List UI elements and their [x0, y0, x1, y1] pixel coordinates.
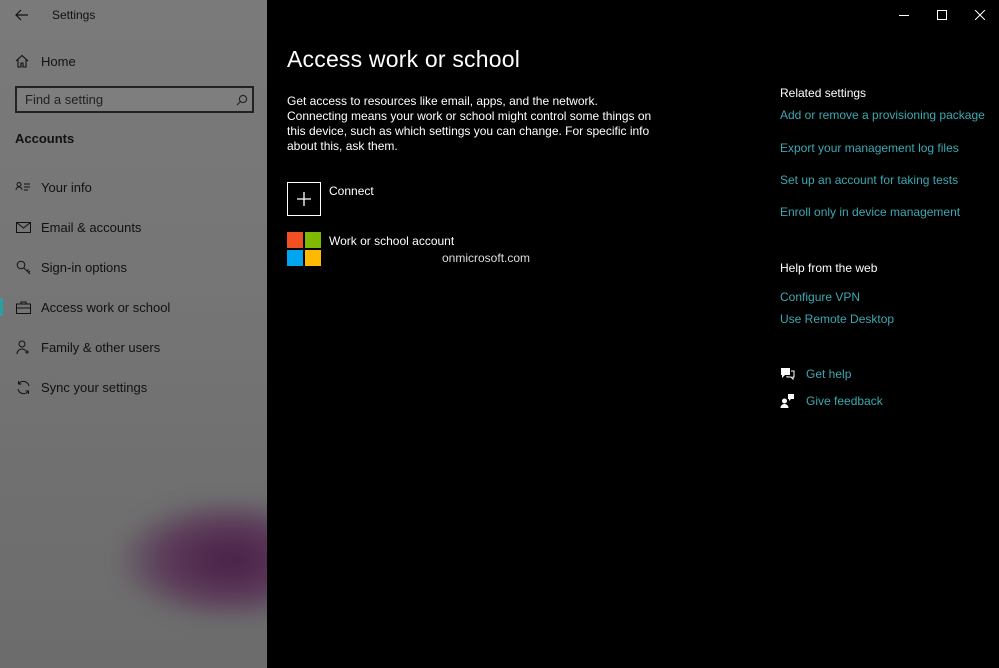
get-help-link[interactable]: Get help — [780, 367, 851, 381]
sidebar-item-sync-your-settings[interactable]: Sync your settings — [0, 367, 267, 407]
back-button[interactable] — [0, 0, 44, 30]
arrow-left-icon — [15, 9, 28, 21]
sidebar-item-label: Sync your settings — [41, 379, 148, 395]
sidebar-item-label: Your info — [41, 179, 92, 195]
key-icon — [14, 260, 32, 275]
search-input[interactable] — [17, 88, 232, 111]
maximize-button[interactable] — [923, 0, 961, 30]
plus-icon — [287, 182, 321, 216]
minimize-button[interactable] — [885, 0, 923, 30]
sidebar-item-label: Email & accounts — [41, 219, 142, 235]
work-school-account-item[interactable]: Work or school account onmicrosoft.com — [287, 232, 530, 266]
get-help-label: Get help — [806, 367, 852, 381]
connect-label: Connect — [329, 184, 374, 198]
related-settings-heading: Related settings — [780, 86, 867, 100]
sidebar-item-label: Home — [41, 53, 76, 69]
sidebar-item-access-work-or-school[interactable]: Access work or school — [0, 287, 267, 327]
briefcase-icon — [14, 301, 32, 314]
account-subtitle: onmicrosoft.com — [442, 251, 531, 265]
home-icon — [15, 54, 31, 68]
person-add-icon — [14, 340, 32, 355]
search-icon[interactable] — [232, 94, 252, 106]
app-title: Settings — [52, 8, 96, 22]
account-title: Work or school account — [329, 234, 455, 248]
sync-icon — [14, 380, 32, 395]
feedback-icon — [780, 393, 796, 408]
sidebar-item-family-other-users[interactable]: Family & other users — [0, 327, 267, 367]
give-feedback-label: Give feedback — [806, 393, 883, 408]
page-title: Access work or school — [287, 46, 520, 72]
contact-card-icon — [14, 181, 32, 193]
help-from-web-heading: Help from the web — [780, 261, 878, 275]
sidebar-item-sign-in-options[interactable]: Sign-in options — [0, 247, 267, 287]
sidebar-item-label: Family & other users — [41, 339, 161, 355]
give-feedback-link[interactable]: Give feedback — [780, 393, 883, 408]
link-enroll-device-management[interactable]: Enroll only in device management — [780, 205, 960, 219]
close-icon — [975, 10, 985, 20]
mail-icon — [14, 221, 32, 233]
close-button[interactable] — [961, 0, 999, 30]
sidebar: Settings Home Accounts Your info Email &… — [0, 0, 267, 668]
minimize-icon — [899, 15, 909, 16]
link-setup-test-account[interactable]: Set up an account for taking tests — [780, 173, 958, 187]
window-controls — [885, 0, 999, 30]
help-chat-icon — [780, 367, 796, 381]
sidebar-item-label: Sign-in options — [41, 259, 127, 275]
search-box[interactable] — [15, 86, 254, 113]
main-pane: Access work or school Get access to reso… — [267, 0, 999, 668]
maximize-icon — [937, 10, 947, 20]
link-remote-desktop[interactable]: Use Remote Desktop — [780, 312, 894, 326]
title-bar: Settings — [0, 0, 267, 30]
connect-button[interactable]: Connect — [287, 182, 374, 216]
link-configure-vpn[interactable]: Configure VPN — [780, 290, 860, 304]
sidebar-item-your-info[interactable]: Your info — [0, 167, 267, 207]
link-export-management-logs[interactable]: Export your management log files — [780, 141, 959, 155]
sidebar-nav: Your info Email & accounts Sign-in optio… — [0, 167, 267, 407]
link-provisioning-package[interactable]: Add or remove a provisioning package — [780, 108, 985, 122]
page-description: Get access to resources like email, apps… — [287, 94, 652, 153]
section-heading: Accounts — [15, 131, 75, 146]
sidebar-item-email-accounts[interactable]: Email & accounts — [0, 207, 267, 247]
sidebar-background-blur — [120, 500, 267, 620]
sidebar-item-home[interactable]: Home — [0, 48, 267, 74]
microsoft-logo-icon — [287, 232, 321, 266]
sidebar-item-label: Access work or school — [41, 299, 171, 315]
